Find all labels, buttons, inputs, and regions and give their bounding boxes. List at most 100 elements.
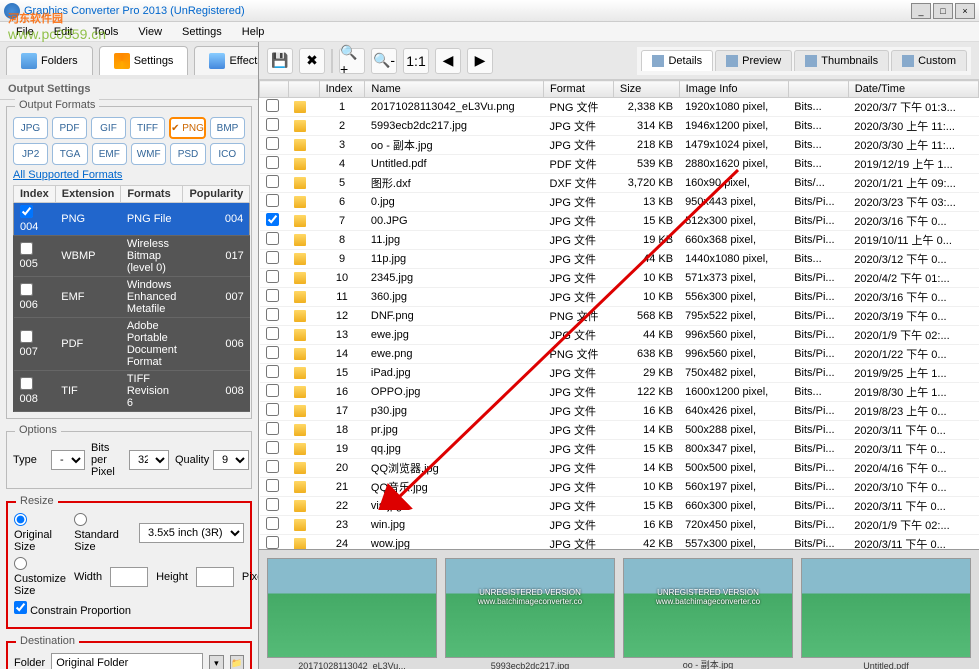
formats-table[interactable]: IndexExtensionFormatsPopularity 004PNGPN… [13,185,250,412]
folders-icon [21,53,37,69]
fit-icon[interactable]: 1:1 [403,48,429,74]
standard-size-select[interactable]: 3.5x5 inch (3R) [139,523,244,543]
file-row[interactable]: 700.JPGJPG 文件15 KB512x300 pixel,Bits/Pi.… [260,212,979,231]
format-row[interactable]: 005WBMPWireless Bitmap (level 0)017 [14,236,250,277]
next-icon[interactable]: ▶ [467,48,493,74]
file-row[interactable]: 19qq.jpgJPG 文件15 KB800x347 pixel,Bits/Pi… [260,440,979,459]
destination-fieldset: Destination Folder ▾ 📁 Name ▾ Example: m… [6,641,252,669]
file-row[interactable]: 12DNF.pngPNG 文件568 KB795x522 pixel,Bits/… [260,307,979,326]
menu-settings[interactable]: Settings [172,26,232,38]
all-formats-link[interactable]: All Supported Formats [13,169,245,181]
format-bmp-button[interactable]: BMP [210,117,245,139]
bpp-select[interactable]: 32 [129,450,169,470]
output-settings-title: Output Settings [0,79,258,100]
original-size-radio[interactable]: Original Size [14,513,66,553]
format-jp2-button[interactable]: JP2 [13,143,48,165]
window-title: Graphics Converter Pro 2013 (UnRegistere… [24,5,911,17]
constrain-checkbox[interactable]: Constrain Proportion [14,601,131,617]
file-row[interactable]: 3oo - 副本.jpgJPG 文件218 KB1479x1024 pixel,… [260,136,979,155]
format-tiff-button[interactable]: TIFF [130,117,165,139]
file-row[interactable]: 16OPPO.jpgJPG 文件122 KB1600x1200 pixel,Bi… [260,383,979,402]
thumbnail[interactable]: 20171028113042_eL3Vu... [267,558,437,658]
zoom-out-icon[interactable]: 🔍- [371,48,397,74]
file-row[interactable]: 25993ecb2dc217.jpgJPG 文件314 KB1946x1200 … [260,117,979,136]
menu-tools[interactable]: Tools [83,26,129,38]
file-row[interactable]: 18pr.jpgJPG 文件14 KB500x288 pixel,Bits/Pi… [260,421,979,440]
options-fieldset: Options Type - Bits per Pixel 32 Quality… [6,431,252,489]
file-row[interactable]: 17p30.jpgJPG 文件16 KB640x426 pixel,Bits/P… [260,402,979,421]
tab-effects[interactable]: Effects [194,46,259,75]
format-png-button[interactable]: ✔ PNG [169,117,206,139]
options-legend: Options [15,424,61,436]
viewtab-preview[interactable]: Preview [715,50,792,71]
format-psd-button[interactable]: PSD [170,143,205,165]
file-row[interactable]: 5图形.dxfDXF 文件3,720 KB160x90 pixel,Bits/.… [260,174,979,193]
quality-label: Quality [175,454,207,466]
format-gif-button[interactable]: GIF [91,117,126,139]
format-jpg-button[interactable]: JPG [13,117,48,139]
file-row[interactable]: 15iPad.jpgJPG 文件29 KB750x482 pixel,Bits/… [260,364,979,383]
folder-label: Folder [14,657,45,669]
folder-browse-button[interactable]: ▾ [209,655,223,669]
file-row[interactable]: 14ewe.pngPNG 文件638 KB996x560 pixel,Bits/… [260,345,979,364]
file-row[interactable]: 24wow.jpgJPG 文件42 KB557x300 pixel,Bits/P… [260,535,979,550]
menu-edit[interactable]: Edit [44,26,83,38]
save-icon[interactable]: 💾 [267,48,293,74]
thumbnail[interactable]: Untitled.pdf [801,558,971,658]
delete-icon[interactable]: ✖ [299,48,325,74]
format-emf-button[interactable]: EMF [92,143,127,165]
folder-input[interactable] [51,653,203,669]
width-input[interactable] [110,567,148,587]
format-row[interactable]: 007PDFAdobe Portable Document Format006 [14,318,250,371]
type-select[interactable]: - [51,450,85,470]
prev-icon[interactable]: ◀ [435,48,461,74]
thumbnail-strip[interactable]: 20171028113042_eL3Vu...UNREGISTERED VERS… [259,549,979,669]
tab-settings[interactable]: Settings [99,46,189,75]
pixel-label: Pixel [242,571,259,583]
effects-icon [209,53,225,69]
output-formats-fieldset: Output Formats JPGPDFGIFTIFF✔ PNGBMP JP2… [6,106,252,419]
file-list[interactable]: IndexNameFormatSizeImage InfoDate/Time 1… [259,80,979,549]
file-row[interactable]: 11360.jpgJPG 文件10 KB556x300 pixel,Bits/P… [260,288,979,307]
viewtab-custom[interactable]: Custom [891,50,967,71]
close-button[interactable]: × [955,3,975,19]
format-row[interactable]: 006EMFWindows Enhanced Metafile007 [14,277,250,318]
viewtab-details[interactable]: Details [641,50,713,71]
menu-help[interactable]: Help [232,26,275,38]
standard-size-radio[interactable]: Standard Size [74,513,131,553]
format-row[interactable]: 008TIFTIFF Revision 6008 [14,371,250,412]
menu-view[interactable]: View [128,26,172,38]
file-row[interactable]: 60.jpgJPG 文件13 KB950x443 pixel,Bits/Pi..… [260,193,979,212]
tab-folders[interactable]: Folders [6,46,93,75]
menu-file[interactable]: File [6,26,44,38]
zoom-in-icon[interactable]: 🔍+ [339,48,365,74]
file-row[interactable]: 23win.jpgJPG 文件16 KB720x450 pixel,Bits/P… [260,516,979,535]
height-input[interactable] [196,567,234,587]
file-row[interactable]: 22vis.jpgJPG 文件15 KB660x300 pixel,Bits/P… [260,497,979,516]
folder-open-button[interactable]: 📁 [230,655,244,669]
format-tga-button[interactable]: TGA [52,143,87,165]
format-pdf-button[interactable]: PDF [52,117,87,139]
format-row[interactable]: 004PNGPNG File004 [14,203,250,236]
minimize-button[interactable]: _ [911,3,931,19]
format-ico-button[interactable]: ICO [210,143,245,165]
file-row[interactable]: 811.jpgJPG 文件19 KB660x368 pixel,Bits/Pi.… [260,231,979,250]
file-row[interactable]: 13ewe.jpgJPG 文件44 KB996x560 pixel,Bits/P… [260,326,979,345]
thumbnail[interactable]: UNREGISTERED VERSIONwww.batchimageconver… [445,558,615,658]
file-row[interactable]: 911p.jpgJPG 文件44 KB1440x1080 pixel,Bits.… [260,250,979,269]
quality-select[interactable]: 9 [213,450,249,470]
type-label: Type [13,454,45,466]
file-row[interactable]: 4Untitled.pdfPDF 文件539 KB2880x1620 pixel… [260,155,979,174]
file-row[interactable]: 102345.jpgJPG 文件10 KB571x373 pixel,Bits/… [260,269,979,288]
format-wmf-button[interactable]: WMF [131,143,166,165]
app-icon [4,3,20,19]
thumbnail[interactable]: UNREGISTERED VERSIONwww.batchimageconver… [623,558,793,658]
file-row[interactable]: 120171028113042_eL3Vu.pngPNG 文件2,338 KB1… [260,98,979,117]
file-row[interactable]: 20QQ浏览器.jpgJPG 文件14 KB500x500 pixel,Bits… [260,459,979,478]
toolbar: 💾 ✖ 🔍+ 🔍- 1:1 ◀ ▶ DetailsPreviewThumbnai… [259,42,979,80]
customize-size-radio[interactable]: Customize Size [14,557,66,597]
maximize-button[interactable]: □ [933,3,953,19]
destination-legend: Destination [16,635,79,647]
file-row[interactable]: 21QQ音乐.jpgJPG 文件10 KB560x197 pixel,Bits/… [260,478,979,497]
viewtab-thumbnails[interactable]: Thumbnails [794,50,889,71]
